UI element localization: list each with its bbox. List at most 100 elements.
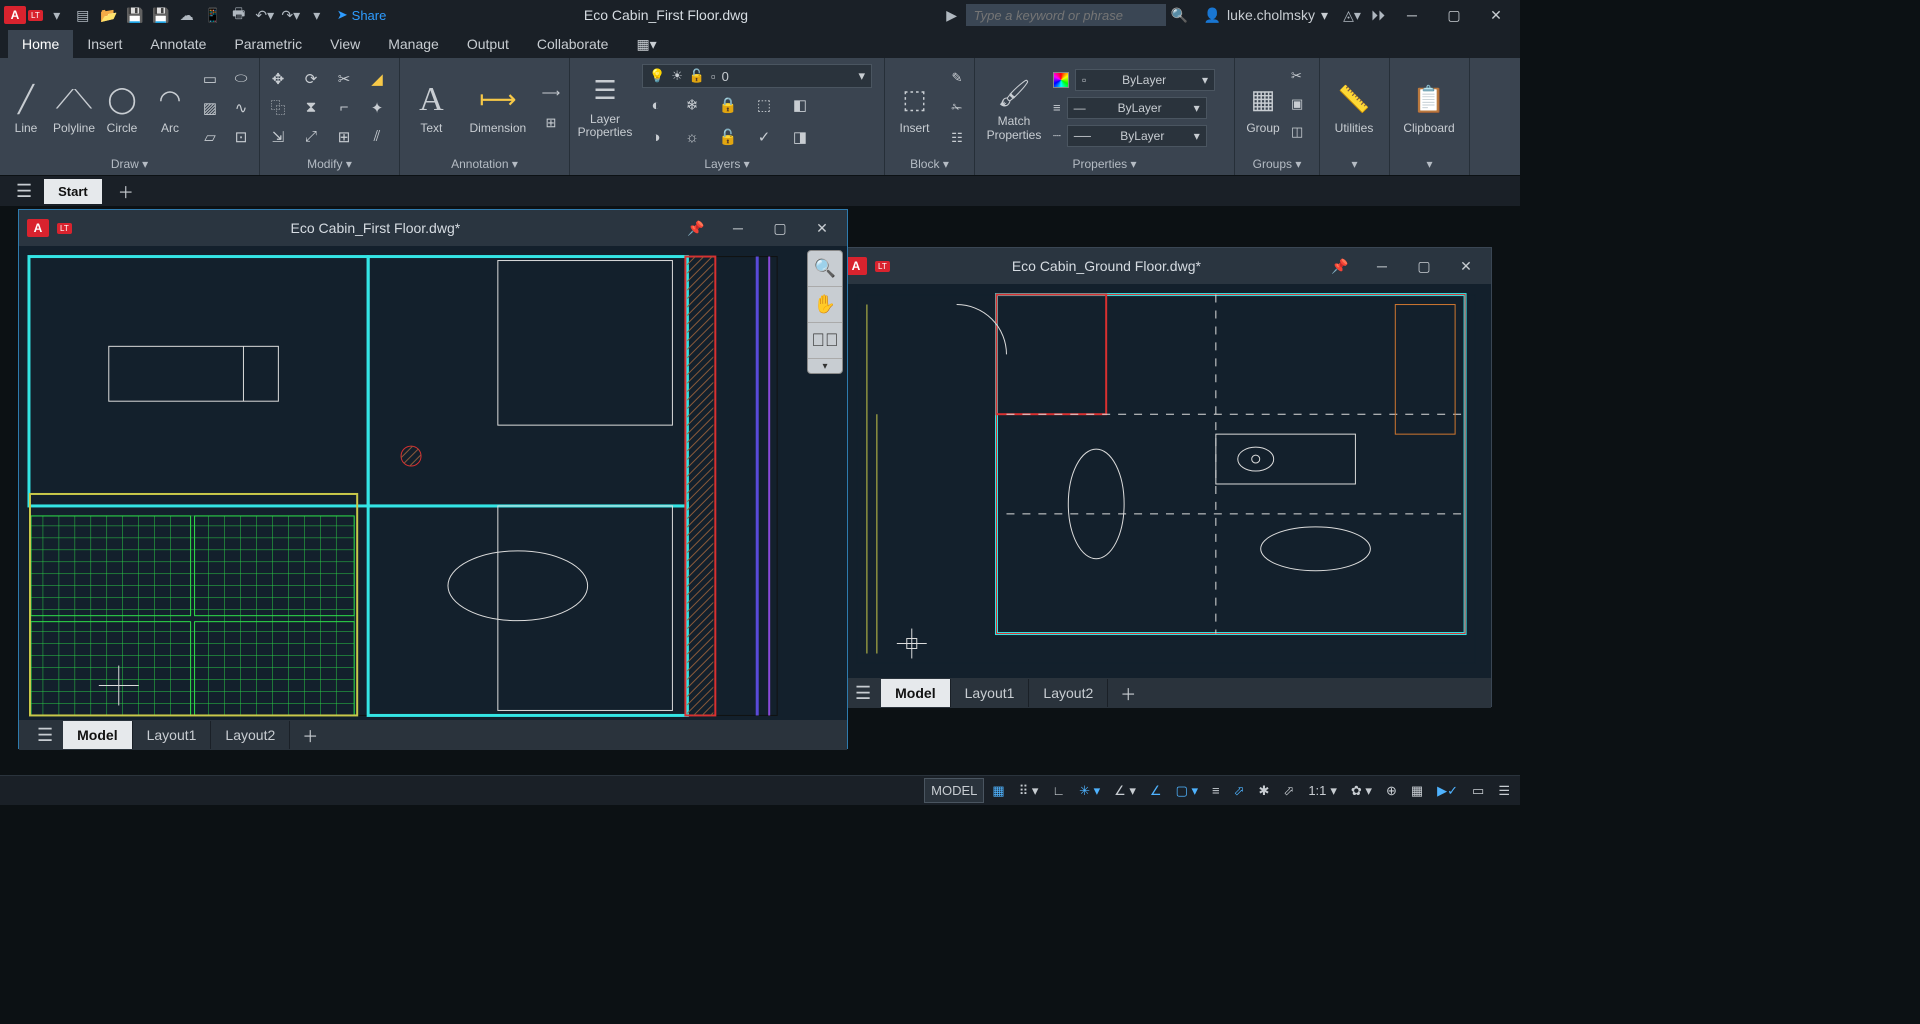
tab-view[interactable]: View bbox=[316, 30, 374, 58]
ortho-toggle-icon[interactable]: ∟ bbox=[1046, 779, 1071, 802]
doc2-add-layout[interactable]: ＋ bbox=[1108, 681, 1148, 705]
arc-button[interactable]: ◠ Arc bbox=[148, 62, 192, 154]
panel-draw-label[interactable]: Draw ▾ bbox=[4, 155, 255, 175]
clipboard-button[interactable]: 📋 Clipboard bbox=[1394, 62, 1464, 154]
ungroup-icon[interactable]: ✂ bbox=[1291, 68, 1315, 92]
close-icon[interactable]: ✕ bbox=[805, 220, 839, 237]
qat-saveall-icon[interactable]: 💾 bbox=[149, 3, 173, 27]
copy-icon[interactable]: ⿻ bbox=[264, 95, 292, 121]
leader-icon[interactable]: ⟶ bbox=[537, 80, 565, 106]
doc2-canvas[interactable] bbox=[837, 284, 1491, 678]
linetype-dropdown[interactable]: ──ByLayer▾ bbox=[1067, 125, 1207, 147]
maximize-icon[interactable]: ▢ bbox=[1407, 258, 1441, 275]
scale-label[interactable]: 1:1 ▾ bbox=[1302, 779, 1343, 803]
color-dropdown[interactable]: ▫ByLayer▾ bbox=[1075, 69, 1215, 91]
navbar-grip-icon[interactable]: ▾ bbox=[808, 359, 842, 373]
new-tab-button[interactable]: ＋ bbox=[106, 179, 146, 203]
pan-icon[interactable]: ✋ bbox=[808, 287, 842, 323]
qat-saveweb-icon[interactable]: 📱 bbox=[201, 3, 225, 27]
lineweight-dropdown[interactable]: —ByLayer▾ bbox=[1067, 97, 1207, 119]
annoadd-icon[interactable]: ⬀ bbox=[1277, 779, 1300, 803]
ellipse-icon[interactable]: ⬭ bbox=[227, 66, 255, 92]
search-icon[interactable]: 🔍 bbox=[1168, 3, 1192, 27]
workspace-switch-icon[interactable]: ✿ ▾ bbox=[1345, 779, 1378, 803]
annovis-icon[interactable]: ✱ bbox=[1253, 779, 1276, 803]
layout-menu-icon[interactable]: ☰ bbox=[845, 683, 881, 704]
insert-button[interactable]: ⬚ Insert bbox=[889, 62, 940, 154]
osnap-toggle-icon[interactable]: ▢ ▾ bbox=[1170, 779, 1204, 803]
minimize-button[interactable]: ─ bbox=[1392, 7, 1432, 23]
block-create-icon[interactable]: ✎ bbox=[944, 65, 970, 91]
scale-icon[interactable]: ⤢ bbox=[297, 124, 325, 150]
panel-utilities-label[interactable]: ▾ bbox=[1324, 155, 1385, 175]
qat-redo-icon[interactable]: ↷▾ bbox=[279, 3, 303, 27]
doc2-titlebar[interactable]: A LT Eco Cabin_Ground Floor.dwg* 📌 ─ ▢ ✕ bbox=[837, 248, 1491, 284]
panel-groups-label[interactable]: Groups ▾ bbox=[1239, 155, 1315, 175]
offset-icon[interactable]: ⫽ bbox=[363, 124, 391, 150]
user-menu[interactable]: 👤 luke.cholmsky ▾ bbox=[1194, 7, 1338, 24]
table-icon[interactable]: ⊞ bbox=[537, 110, 565, 136]
overflow-icon[interactable]: ⏵⏵ bbox=[1366, 3, 1390, 27]
otrack-toggle-icon[interactable]: ∠ bbox=[1144, 779, 1168, 803]
panel-annotation-label[interactable]: Annotation ▾ bbox=[404, 155, 565, 175]
doc1-layout-model[interactable]: Model bbox=[63, 721, 132, 749]
layer-uniso-icon[interactable]: ◨ bbox=[786, 124, 814, 150]
doc1-canvas[interactable]: 🔍 ✋ ✕⃝ ▾ bbox=[19, 246, 847, 720]
lineweight-toggle-icon[interactable]: ≡ bbox=[1206, 779, 1226, 802]
layer-iso-icon[interactable]: ◧ bbox=[786, 92, 814, 118]
qat-save-icon[interactable]: 💾 bbox=[123, 3, 147, 27]
doc2-layout-2[interactable]: Layout2 bbox=[1029, 679, 1108, 707]
doc1-titlebar[interactable]: A LT Eco Cabin_First Floor.dwg* 📌 ─ ▢ ✕ bbox=[19, 210, 847, 246]
annoscale-icon[interactable]: ⬀ bbox=[1228, 779, 1251, 803]
orbit-icon[interactable]: ✕⃝ bbox=[808, 323, 842, 359]
layer-on2-icon[interactable]: ◑ bbox=[642, 124, 670, 150]
tab-parametric[interactable]: Parametric bbox=[220, 30, 316, 58]
pin-icon[interactable]: 📌 bbox=[1323, 258, 1357, 275]
utilities-button[interactable]: 📏 Utilities bbox=[1324, 62, 1384, 154]
layer-properties-button[interactable]: ☰ Layer Properties bbox=[574, 64, 636, 146]
layer-thaw-icon[interactable]: ☼ bbox=[678, 124, 706, 150]
search-input[interactable] bbox=[966, 4, 1166, 26]
block-edit-icon[interactable]: ✁ bbox=[944, 95, 970, 121]
stretch-icon[interactable]: ⇲ bbox=[264, 124, 292, 150]
group-sel-icon[interactable]: ◫ bbox=[1291, 124, 1315, 148]
iso-toggle-icon[interactable]: ∠ ▾ bbox=[1108, 779, 1142, 803]
document-window-1[interactable]: A LT Eco Cabin_First Floor.dwg* 📌 ─ ▢ ✕ … bbox=[18, 209, 848, 749]
close-button[interactable]: ✕ bbox=[1476, 7, 1516, 24]
polyline-button[interactable]: ⟋⟍ Polyline bbox=[52, 62, 96, 154]
file-tabs-menu-icon[interactable]: ☰ bbox=[8, 181, 40, 202]
array-icon[interactable]: ⊞ bbox=[330, 124, 358, 150]
text-button[interactable]: A Text bbox=[404, 62, 459, 154]
start-tab[interactable]: Start bbox=[44, 179, 102, 204]
panel-clipboard-label[interactable]: ▾ bbox=[1394, 155, 1465, 175]
layer-unlock-icon[interactable]: 🔓 bbox=[714, 124, 742, 150]
maximize-button[interactable]: ▢ bbox=[1434, 7, 1474, 24]
dimension-button[interactable]: ⟼ Dimension bbox=[463, 62, 533, 154]
snap-toggle-icon[interactable]: ⠿ ▾ bbox=[1013, 779, 1045, 803]
units-toggle-icon[interactable]: ▦ bbox=[1405, 779, 1429, 803]
panel-block-label[interactable]: Block ▾ bbox=[889, 155, 970, 175]
layer-match-icon[interactable]: ⬚ bbox=[750, 92, 778, 118]
move-icon[interactable]: ✥ bbox=[264, 66, 292, 92]
layer-freeze2-icon[interactable]: ❄ bbox=[678, 92, 706, 118]
app-menu-dropdown[interactable]: ▾ bbox=[45, 3, 69, 27]
rectangle-icon[interactable]: ▭ bbox=[196, 66, 224, 92]
autodesk-app-icon[interactable]: ◬▾ bbox=[1340, 3, 1364, 27]
qat-undo-icon[interactable]: ↶▾ bbox=[253, 3, 277, 27]
doc2-layout-model[interactable]: Model bbox=[881, 679, 950, 707]
match-properties-button[interactable]: 🖌 Match Properties bbox=[979, 62, 1049, 154]
rotate-icon[interactable]: ⟳ bbox=[297, 66, 325, 92]
tab-insert[interactable]: Insert bbox=[73, 30, 136, 58]
pin-icon[interactable]: 📌 bbox=[679, 220, 713, 237]
space-toggle[interactable]: MODEL bbox=[924, 778, 984, 803]
polar-toggle-icon[interactable]: ✳ ▾ bbox=[1073, 779, 1106, 803]
qat-open-icon[interactable]: 📂 bbox=[97, 3, 121, 27]
spline-icon[interactable]: ∿ bbox=[227, 95, 255, 121]
line-button[interactable]: ╱ Line bbox=[4, 62, 48, 154]
doc1-add-layout[interactable]: ＋ bbox=[290, 723, 330, 747]
tab-collaborate[interactable]: Collaborate bbox=[523, 30, 623, 58]
tab-output[interactable]: Output bbox=[453, 30, 523, 58]
qat-new-icon[interactable]: ▤ bbox=[71, 3, 95, 27]
minimize-icon[interactable]: ─ bbox=[721, 220, 755, 236]
circle-button[interactable]: ◯ Circle bbox=[100, 62, 144, 154]
